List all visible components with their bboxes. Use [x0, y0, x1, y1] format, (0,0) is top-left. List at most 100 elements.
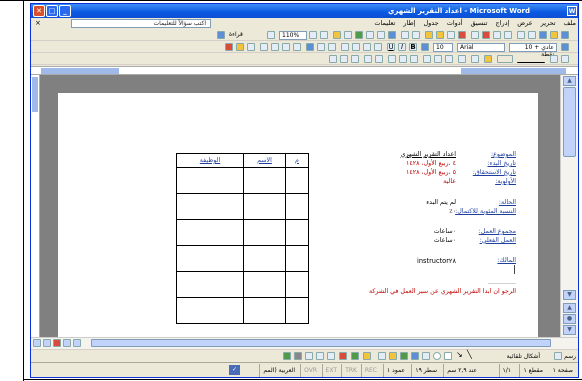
- table-cell[interactable]: [243, 167, 286, 194]
- distribute-columns-icon[interactable]: [388, 55, 396, 63]
- document-area[interactable]: الموضوع: تاريخ البدء: تاريخ الاستحقاق: ا…: [40, 75, 560, 337]
- font-select[interactable]: Arial: [457, 43, 505, 52]
- menu-file[interactable]: ملف: [564, 18, 576, 29]
- word-app-icon[interactable]: W: [567, 6, 577, 16]
- cell-align-icon[interactable]: [410, 55, 418, 63]
- table-cell[interactable]: [285, 167, 309, 194]
- select-browse-object-icon[interactable]: ●: [563, 314, 576, 324]
- title-bar[interactable]: ✕ □ _ اعداد التقرير الشهري - Microsoft W…: [31, 4, 578, 18]
- paste-icon[interactable]: [436, 31, 444, 39]
- maximize-button[interactable]: □: [46, 5, 58, 17]
- columns-icon[interactable]: [344, 31, 352, 39]
- text-direction-table-icon[interactable]: [364, 55, 372, 63]
- insert-excel-icon[interactable]: [355, 31, 363, 39]
- tables-borders-icon[interactable]: [377, 31, 385, 39]
- table-row[interactable]: [176, 245, 309, 272]
- show-hide-icon[interactable]: [309, 31, 317, 39]
- menu-frame[interactable]: إطار: [403, 18, 415, 29]
- help-icon[interactable]: [267, 31, 275, 39]
- table-cell[interactable]: [176, 167, 244, 194]
- menu-edit[interactable]: تحرير: [541, 18, 556, 29]
- table-row[interactable]: [176, 167, 309, 194]
- open-icon[interactable]: [550, 31, 558, 39]
- horizontal-scroll-thumb[interactable]: [91, 339, 551, 347]
- highlight-icon[interactable]: [236, 43, 244, 51]
- status-ovr[interactable]: OVR: [300, 364, 320, 377]
- numbering-icon[interactable]: [293, 43, 301, 51]
- style-select[interactable]: عادي + 10 نقطة: [509, 43, 557, 58]
- next-page-icon[interactable]: ▼: [563, 325, 576, 335]
- line-style-select[interactable]: [517, 55, 545, 63]
- rtl-icon[interactable]: [306, 43, 314, 51]
- new-document-icon[interactable]: [561, 31, 569, 39]
- line-tool-icon[interactable]: ╲: [467, 351, 475, 360]
- table-row[interactable]: [176, 219, 309, 246]
- table-cell[interactable]: [243, 219, 286, 246]
- italic-icon[interactable]: I: [398, 43, 406, 51]
- line-style-icon[interactable]: [327, 352, 335, 360]
- undo-icon[interactable]: [412, 31, 420, 39]
- line-spacing-icon[interactable]: [328, 43, 336, 51]
- print-preview-icon[interactable]: [493, 31, 501, 39]
- oval-tool-icon[interactable]: [433, 352, 441, 360]
- table-cell[interactable]: [285, 245, 309, 272]
- eraser-icon[interactable]: [550, 55, 558, 63]
- table-cell[interactable]: [176, 219, 244, 246]
- font-color-icon[interactable]: [225, 43, 233, 51]
- menu-view[interactable]: عرض: [517, 18, 532, 29]
- border-color-icon[interactable]: [484, 55, 492, 63]
- underline-icon[interactable]: U: [387, 43, 395, 51]
- menu-help[interactable]: تعليمات: [374, 18, 395, 29]
- bold-icon[interactable]: B: [409, 43, 417, 51]
- horizontal-ruler[interactable]: [31, 66, 578, 75]
- table-cell[interactable]: [285, 297, 309, 324]
- table-cell[interactable]: [243, 297, 286, 324]
- hyperlink-icon[interactable]: [388, 31, 396, 39]
- redo-icon[interactable]: [401, 31, 409, 39]
- ltr-icon[interactable]: [317, 43, 325, 51]
- menu-insert[interactable]: إدراج: [495, 18, 509, 29]
- research-icon[interactable]: [471, 31, 479, 39]
- table-cell[interactable]: [176, 245, 244, 272]
- rectangle-tool-icon[interactable]: [444, 352, 452, 360]
- distribute-rows-icon[interactable]: [399, 55, 407, 63]
- document-map-icon[interactable]: [320, 31, 328, 39]
- diagram-icon[interactable]: [400, 352, 408, 360]
- reading-mode-button[interactable]: قراءة: [229, 30, 243, 40]
- table-cell[interactable]: [243, 245, 286, 272]
- table-cell[interactable]: [176, 271, 244, 298]
- previous-page-icon[interactable]: ▲: [563, 303, 576, 313]
- clipart-icon[interactable]: [389, 352, 397, 360]
- table-row[interactable]: [176, 193, 309, 220]
- shadow-style-icon[interactable]: [294, 352, 302, 360]
- document-page[interactable]: الموضوع: تاريخ البدء: تاريخ الاستحقاق: ا…: [58, 93, 538, 337]
- vertical-scroll-thumb[interactable]: [563, 87, 576, 157]
- permission-icon[interactable]: [528, 31, 536, 39]
- save-icon[interactable]: [539, 31, 547, 39]
- table-cell[interactable]: [176, 297, 244, 324]
- autosum-icon[interactable]: [329, 55, 337, 63]
- status-trk[interactable]: TRK: [341, 364, 360, 377]
- scroll-up-icon[interactable]: ▲: [563, 76, 576, 86]
- shading-icon[interactable]: [458, 55, 466, 63]
- copy-icon[interactable]: [447, 31, 455, 39]
- justify-icon[interactable]: [341, 43, 349, 51]
- menu-tools[interactable]: أدوات: [447, 18, 463, 29]
- table-cell[interactable]: [285, 193, 309, 220]
- insert-table-icon[interactable]: [366, 31, 374, 39]
- minimize-button[interactable]: _: [59, 5, 71, 17]
- employee-table[interactable]: الوظيفة الاسم م: [176, 153, 309, 324]
- align-left-icon[interactable]: [352, 43, 360, 51]
- reading-icon[interactable]: [217, 31, 225, 39]
- text-direction-icon[interactable]: [421, 43, 429, 51]
- drawing-icon[interactable]: [333, 31, 341, 39]
- table-row[interactable]: [176, 297, 309, 324]
- select-objects-icon[interactable]: [554, 352, 562, 360]
- arrow-style-icon[interactable]: [305, 352, 313, 360]
- status-ext[interactable]: EXT: [321, 364, 340, 377]
- line-weight-select[interactable]: [497, 55, 513, 63]
- sort-descending-icon[interactable]: [340, 55, 348, 63]
- dash-style-icon[interactable]: [316, 352, 324, 360]
- scroll-down-icon[interactable]: ▼: [563, 290, 576, 300]
- help-search-input[interactable]: اكتب سؤالاً للتعليمات: [71, 19, 211, 28]
